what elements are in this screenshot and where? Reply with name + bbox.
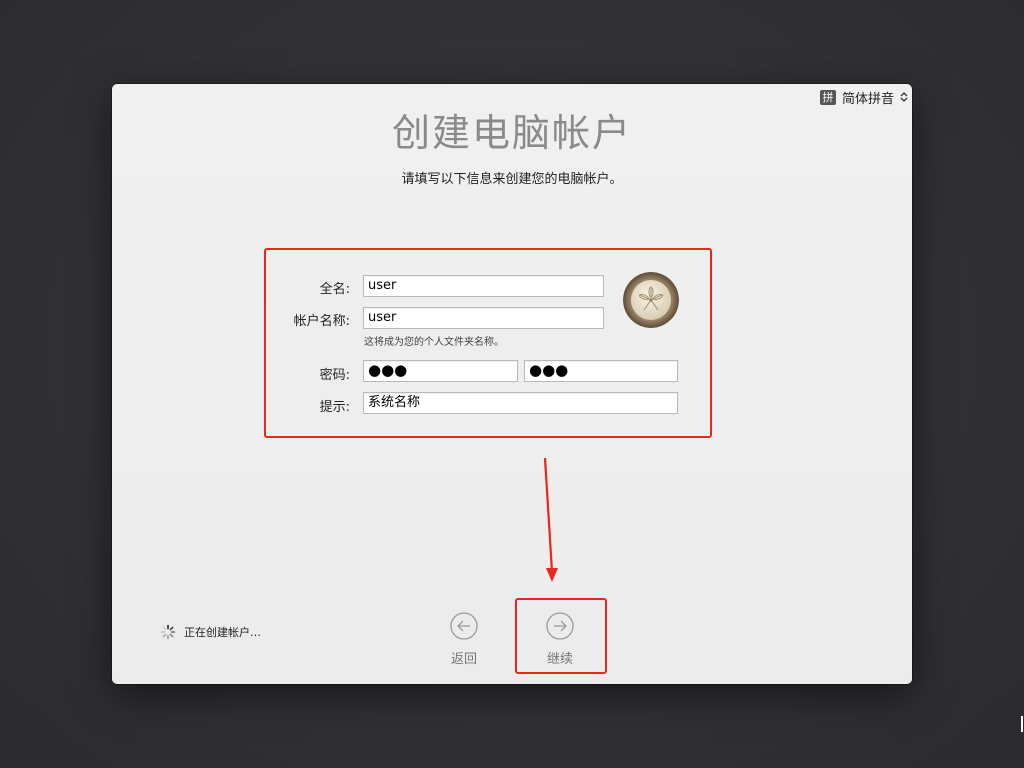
- creating-account-status: 正在创建帐户…: [160, 624, 261, 640]
- page-title: 创建电脑帐户: [391, 111, 632, 155]
- password-field[interactable]: ●●●: [363, 360, 518, 382]
- forward-arrow-circle-icon: [546, 612, 574, 640]
- hint-field[interactable]: 系统名称: [363, 392, 678, 414]
- full-name-field[interactable]: user: [363, 275, 604, 297]
- account-name-field[interactable]: user: [363, 307, 604, 329]
- back-button[interactable]: 返回: [434, 612, 494, 667]
- setup-assistant-window: 拼 简体拼音 创建电脑帐户 请填写以下信息来创建您的电脑帐户。 全名: user…: [112, 84, 912, 684]
- hint-label: 提示:: [319, 400, 350, 415]
- verify-password-field[interactable]: ●●●: [524, 360, 678, 382]
- account-name-note: 这将成为您的个人文件夹名称。: [364, 337, 504, 348]
- mouse-cursor: [1021, 716, 1023, 732]
- continue-button[interactable]: 继续: [530, 612, 590, 667]
- continue-label: 继续: [546, 652, 573, 667]
- sand-dollar-avatar[interactable]: [623, 272, 679, 328]
- full-name-label: 全名:: [319, 282, 350, 297]
- back-label: 返回: [450, 652, 477, 667]
- status-text: 正在创建帐户…: [184, 626, 261, 639]
- password-label: 密码:: [319, 368, 350, 383]
- spinner-icon: [160, 624, 176, 640]
- back-arrow-circle-icon: [450, 612, 478, 640]
- page-subtitle: 请填写以下信息来创建您的电脑帐户。: [401, 172, 623, 187]
- account-name-label: 帐户名称:: [293, 314, 350, 329]
